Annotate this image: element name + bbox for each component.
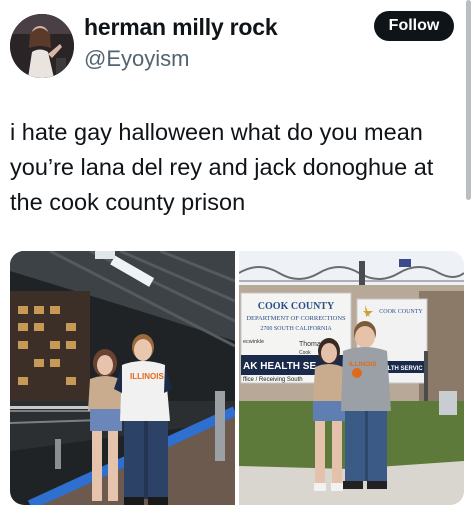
author-handle[interactable]: @Eyoyism	[84, 46, 189, 72]
avatar-photo	[10, 14, 74, 78]
sign-address: 2700 SOUTH CALIFORNIA	[260, 326, 332, 332]
right-sign-title: COOK COUNTY	[379, 309, 423, 315]
photo-train-platform[interactable]: ILLINOIS	[10, 251, 235, 505]
sign-lower-1: ecwinkle	[243, 339, 264, 345]
shirt-text: ILLINOIS	[130, 372, 164, 381]
scrollbar[interactable]	[466, 0, 471, 200]
sign-subtitle: DEPARTMENT OF CORRECTIONS	[246, 315, 346, 322]
tweet-text: i hate gay halloween what do you mean yo…	[10, 119, 434, 215]
sign-title: COOK COUNTY	[258, 301, 335, 312]
sign-banner: AK HEALTH SE	[243, 361, 316, 372]
tweet-media[interactable]: ILLINOIS COOK COUNTY DEPARTMENT OF CORRE…	[10, 251, 464, 505]
photo-cook-county-sign[interactable]: COOK COUNTY DEPARTMENT OF CORRECTIONS 27…	[239, 251, 464, 505]
author-display-name[interactable]: herman milly rock	[84, 14, 278, 41]
follow-button[interactable]: Follow	[374, 11, 454, 41]
man-shirt-text: ILLINOIS	[349, 361, 377, 368]
sign-lower-3: Cook	[299, 350, 311, 356]
author-avatar[interactable]	[10, 14, 74, 78]
right-sign-banner: ALTH SERVIC	[383, 366, 423, 372]
sign-banner-sub: ffice / Receiving South	[243, 377, 303, 383]
